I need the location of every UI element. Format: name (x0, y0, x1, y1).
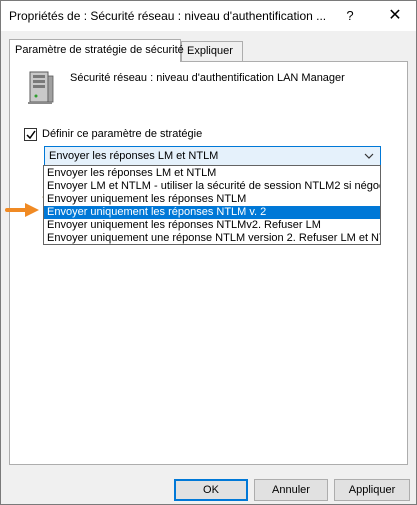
dropdown-option[interactable]: Envoyer les réponses LM et NTLM (44, 167, 380, 180)
tab-panel: Sécurité réseau : niveau d'authentificat… (9, 61, 408, 465)
help-button[interactable]: ? (339, 5, 361, 27)
tab-security-policy-setting[interactable]: Paramètre de stratégie de sécurité (9, 39, 184, 62)
tab-explain[interactable]: Expliquer (181, 41, 243, 61)
dropdown-option-highlighted[interactable]: Envoyer uniquement les réponses NTLM v. … (44, 206, 380, 219)
close-button[interactable]: ✕ (375, 2, 415, 30)
dropdown-option[interactable]: Envoyer LM et NTLM - utiliser la sécurit… (44, 180, 380, 193)
auth-level-select[interactable]: Envoyer les réponses LM et NTLM (44, 146, 381, 166)
checkmark-icon (26, 130, 36, 140)
auth-level-dropdown-list[interactable]: Envoyer les réponses LM et NTLM Envoyer … (43, 165, 381, 245)
policy-name: Sécurité réseau : niveau d'authentificat… (70, 72, 345, 84)
dropdown-option[interactable]: Envoyer uniquement les réponses NTLM (44, 193, 380, 206)
define-policy-checkbox[interactable] (24, 128, 37, 141)
cancel-button[interactable]: Annuler (254, 479, 328, 501)
auth-level-selected-value: Envoyer les réponses LM et NTLM (49, 150, 219, 162)
ok-button[interactable]: OK (174, 479, 248, 501)
server-icon (28, 71, 54, 104)
title-bar: Propriétés de : Sécurité réseau : niveau… (1, 1, 416, 31)
chevron-down-icon (364, 153, 374, 159)
window-title: Propriétés de : Sécurité réseau : niveau… (9, 9, 327, 23)
dropdown-option[interactable]: Envoyer uniquement une réponse NTLM vers… (44, 232, 380, 244)
apply-button[interactable]: Appliquer (334, 479, 410, 501)
orange-arrow-icon (5, 203, 39, 217)
properties-dialog: Propriétés de : Sécurité réseau : niveau… (0, 0, 417, 505)
define-policy-label[interactable]: Définir ce paramètre de stratégie (42, 128, 202, 140)
dropdown-option[interactable]: Envoyer uniquement les réponses NTLMv2. … (44, 219, 380, 232)
